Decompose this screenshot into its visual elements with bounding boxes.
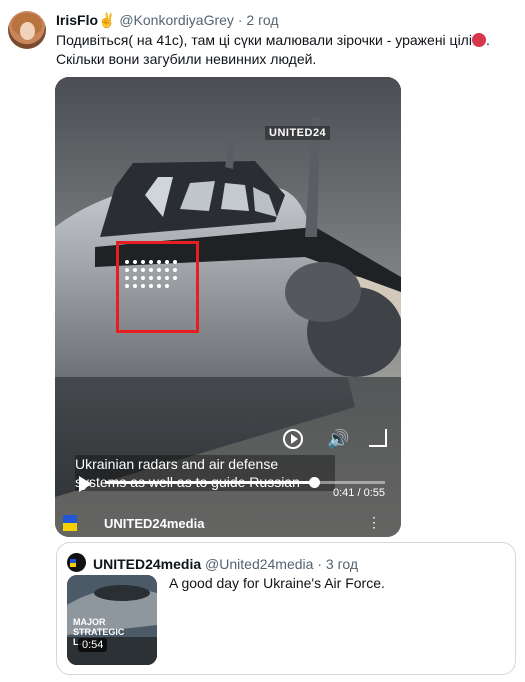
video-watermark: UNITED24 <box>265 126 331 140</box>
progress-bar[interactable] <box>105 477 385 488</box>
logo-yellow <box>63 523 77 531</box>
author-handle[interactable]: @KonkordiyaGrey <box>119 12 234 28</box>
quoted-author-avatar[interactable] <box>67 553 86 572</box>
highlight-box <box>116 241 199 333</box>
replay-icon[interactable] <box>283 429 303 449</box>
tweet-header: IrisFlo✌ @KonkordiyaGrey · 2 год <box>56 11 279 29</box>
total-time: 0:55 <box>363 487 386 499</box>
progress-knob[interactable] <box>308 477 320 488</box>
quoted-header-separator: · <box>317 556 322 572</box>
time-separator: / <box>357 487 361 499</box>
quoted-tweet[interactable]: UNITED24media @United24media · 3 год MAJ… <box>56 542 516 675</box>
channel-name[interactable]: UNITED24media <box>104 516 204 531</box>
quoted-tweet-text: A good day for Ukraine's Air Force. <box>169 575 385 591</box>
author-name[interactable]: IrisFlo✌ <box>56 12 115 28</box>
header-separator: · <box>237 12 243 28</box>
angry-face-emoji-icon <box>471 33 486 47</box>
tweet-text-line1: Подивіться( на 41с), там ці сүки малювал… <box>56 32 472 48</box>
quoted-tweet-header: UNITED24media @United24media · 3 год <box>93 555 358 573</box>
progress-fill <box>105 481 314 484</box>
video-duration: 0:41 / 0:55 <box>333 487 385 499</box>
logo-blue <box>63 515 77 523</box>
tweet-text-line2: Скільки вони загубили невинних людей. <box>56 51 317 67</box>
author-avatar[interactable] <box>8 11 46 49</box>
tweet-text-line1-end: . <box>485 32 490 48</box>
expand-icon[interactable] <box>369 429 387 447</box>
video-subtitle: Ukrainian radars and air defense systems… <box>75 455 335 491</box>
subtitle-line1: Ukrainian radars and air defense <box>75 456 279 472</box>
quoted-author-handle[interactable]: @United24media <box>205 556 313 572</box>
thumbnail-duration: 0:54 <box>78 638 108 652</box>
video-player[interactable]: UNITED24 🔊 Ukrainian radars and air defe… <box>55 77 401 537</box>
quoted-tweet-time[interactable]: 3 год <box>326 556 358 572</box>
more-options-icon[interactable]: ⋮ <box>367 514 381 531</box>
tweet-time[interactable]: 2 год <box>246 12 278 28</box>
tweet-text: Подивіться( на 41с), там ці сүки малювал… <box>56 31 516 69</box>
united24-logo-icon <box>63 515 93 533</box>
video-channel-bar: UNITED24media ⋮ <box>55 509 401 537</box>
quoted-author-name[interactable]: UNITED24media <box>93 556 201 572</box>
avatar-face <box>20 22 35 40</box>
current-time: 0:41 <box>333 487 355 499</box>
quoted-video-thumbnail[interactable]: MAJOR STRATEGIC L… 0:54 <box>67 575 157 665</box>
volume-icon[interactable]: 🔊 <box>327 429 349 450</box>
play-icon[interactable] <box>79 476 92 492</box>
